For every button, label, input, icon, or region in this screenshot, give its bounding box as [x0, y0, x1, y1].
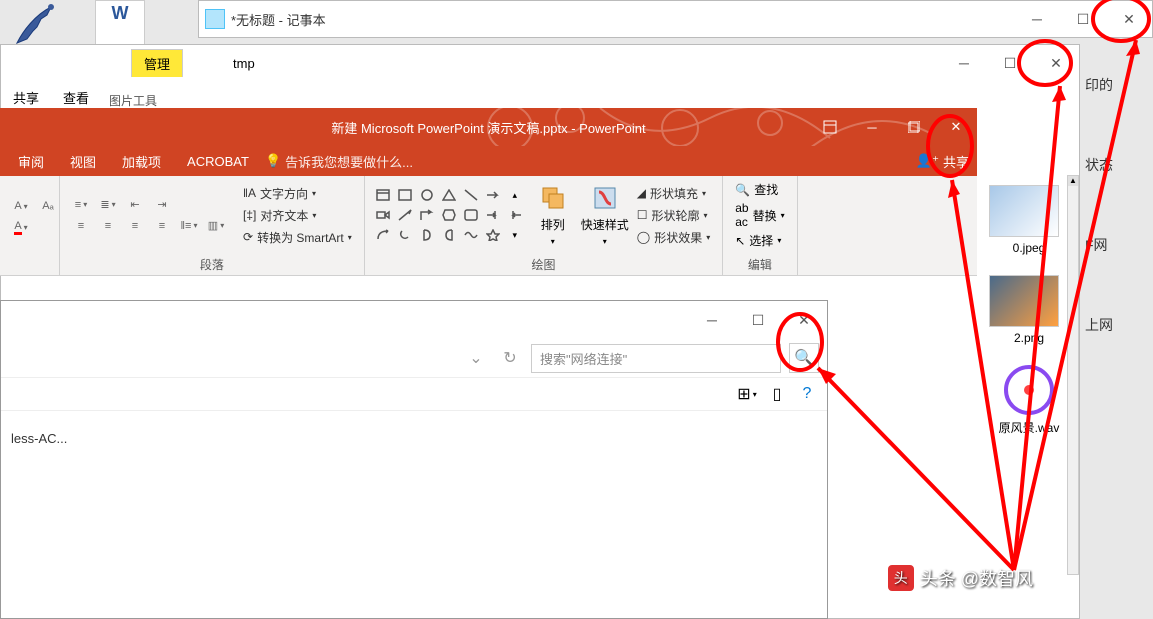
explorer-close-button[interactable]: ✕	[1033, 45, 1079, 81]
ribbon-group-editing: 编辑	[723, 254, 796, 275]
line-spacing-button[interactable]: ‖≡	[176, 216, 202, 236]
increase-indent-button[interactable]: ⇥	[149, 195, 175, 215]
ppt-share-button[interactable]: 👤⁺ 共享	[916, 152, 969, 171]
justify-button[interactable]: ≡	[149, 216, 175, 236]
notepad-icon	[205, 9, 225, 29]
search-icon: 🔍	[794, 348, 814, 368]
replace-button[interactable]: abac替换▾	[731, 200, 788, 230]
align-right-button[interactable]: ≡	[122, 216, 148, 236]
toutiao-icon: 头	[888, 565, 914, 591]
decrease-indent-button[interactable]: ⇤	[122, 195, 148, 215]
desktop-quill-icon[interactable]	[0, 0, 70, 50]
ribbon-group-paragraph: 段落	[60, 254, 364, 275]
replace-icon: abac	[735, 201, 748, 229]
text-direction-button[interactable]: ‖A文字方向▾	[239, 183, 356, 204]
numbering-button[interactable]: ≣	[95, 195, 121, 215]
find-button[interactable]: 🔍查找	[731, 180, 788, 199]
shape-fill-button[interactable]: ◢形状填充▾	[633, 183, 714, 204]
network-close-button[interactable]: ✕	[781, 302, 827, 338]
text-direction-icon: ‖A	[243, 186, 256, 200]
cutoff-label: 上网	[1085, 315, 1113, 335]
cutoff-label: 状态	[1085, 155, 1113, 175]
lightbulb-icon: 💡	[265, 153, 281, 169]
image-thumbnail-icon	[989, 185, 1059, 237]
ppt-tab-acrobat[interactable]: ACROBAT	[177, 150, 259, 173]
watermark: 头 头条 @数智风	[888, 565, 1033, 591]
file-item-png[interactable]: 2.png	[989, 275, 1069, 345]
effects-icon: ◯	[637, 230, 650, 244]
explorer-maximize-button[interactable]: ☐	[987, 45, 1033, 81]
network-minimize-button[interactable]: ─	[689, 302, 735, 338]
change-case-button[interactable]: Aₐ	[35, 196, 61, 216]
font-size-grow-button[interactable]: A	[8, 196, 34, 216]
cutoff-label: F网	[1085, 235, 1108, 255]
file-item-jpeg[interactable]: 0.jpeg	[989, 185, 1069, 255]
notepad-window: *无标题 - 记事本 ─ ☐ ✕	[198, 0, 1153, 38]
image-thumbnail-icon	[989, 275, 1059, 327]
explorer-tab-view[interactable]: 查看	[51, 84, 101, 111]
bullets-button[interactable]: ≡	[68, 195, 94, 215]
powerpoint-window: 新建 Microsoft PowerPoint 演示文稿.pptx - Powe…	[0, 108, 977, 293]
align-center-button[interactable]: ≡	[95, 216, 121, 236]
ppt-tab-review[interactable]: 审阅	[8, 148, 54, 175]
font-color-button[interactable]: A	[8, 217, 34, 237]
network-maximize-button[interactable]: ☐	[735, 302, 781, 338]
network-window: ─ ☐ ✕ ⌄ ↻ 搜索"网络连接" 🔍 ⊞ ▯ ? less-AC...	[0, 300, 828, 619]
arrange-button[interactable]: 排列▾	[529, 184, 577, 246]
search-button[interactable]: 🔍	[789, 343, 819, 373]
align-left-button[interactable]: ≡	[68, 216, 94, 236]
cursor-icon: ↖	[735, 234, 745, 248]
audio-icon	[1004, 365, 1054, 415]
quick-styles-button[interactable]: 快速样式▾	[581, 184, 629, 246]
search-input[interactable]: 搜索"网络连接"	[531, 344, 781, 373]
share-person-icon: 👤⁺	[916, 153, 939, 169]
explorer-tab-share[interactable]: 共享	[1, 84, 51, 111]
explorer-title: tmp	[233, 56, 255, 71]
explorer-minimize-button[interactable]: ─	[941, 45, 987, 81]
align-text-button[interactable]: [‡]对齐文本▾	[239, 205, 356, 226]
shape-effects-button[interactable]: ◯形状效果▾	[633, 227, 714, 248]
notepad-title: *无标题 - 记事本	[231, 10, 1014, 29]
columns-button[interactable]: ▥	[203, 216, 229, 236]
search-icon: 🔍	[735, 183, 750, 197]
cutoff-label: 印的	[1085, 75, 1113, 95]
preview-pane-button[interactable]: ▯	[765, 382, 789, 406]
ppt-tab-addins[interactable]: 加载项	[112, 148, 171, 175]
outline-icon: ☐	[637, 208, 648, 222]
addr-dropdown-button[interactable]: ⌄	[463, 345, 489, 371]
convert-smartart-button[interactable]: ⟳转换为 SmartArt▾	[239, 227, 356, 248]
ppt-tab-view[interactable]: 视图	[60, 148, 106, 175]
view-options-button[interactable]: ⊞	[735, 382, 759, 406]
refresh-button[interactable]: ↻	[497, 345, 523, 371]
select-button[interactable]: ↖选择▾	[731, 231, 788, 250]
explorer-scrollbar[interactable]: ▲	[1067, 175, 1079, 575]
network-adapter-item[interactable]: less-AC...	[11, 431, 67, 446]
align-text-icon: [‡]	[243, 208, 256, 222]
ppt-title: 新建 Microsoft PowerPoint 演示文稿.pptx - Powe…	[331, 118, 645, 137]
smartart-icon: ⟳	[243, 230, 253, 244]
ppt-ribbon: AAₐ A ≡ ≣ ⇤ ⇥ ≡ ≡ ≡	[0, 176, 977, 276]
ppt-tell-me[interactable]: 💡 告诉我您想要做什么...	[265, 152, 413, 171]
desktop-word-icon[interactable]: W	[95, 0, 145, 50]
file-item-wav[interactable]: 原风景.wav	[989, 365, 1069, 436]
notepad-minimize-button[interactable]: ─	[1014, 1, 1060, 37]
shape-outline-button[interactable]: ☐形状轮廓▾	[633, 205, 714, 226]
notepad-maximize-button[interactable]: ☐	[1060, 1, 1106, 37]
fill-icon: ◢	[637, 186, 646, 200]
ribbon-group-drawing: 绘图	[365, 254, 722, 275]
shapes-gallery[interactable]: ▴ ▾	[373, 186, 525, 244]
notepad-close-button[interactable]: ✕	[1106, 1, 1152, 37]
help-button[interactable]: ?	[795, 382, 819, 406]
explorer-ribbon-tab[interactable]: 管理	[131, 49, 183, 77]
